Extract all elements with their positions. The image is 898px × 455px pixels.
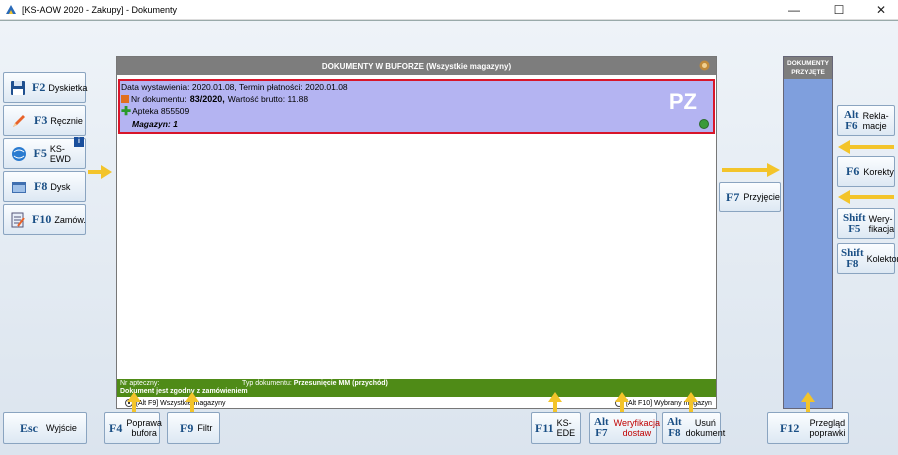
f5-ks-ewd-button[interactable]: F5 KS-EWD i bbox=[3, 137, 86, 169]
f4-poprawa-bufora-button[interactable]: F4 Poprawa bufora bbox=[104, 412, 162, 444]
plus-icon: ✚ bbox=[121, 104, 132, 118]
arrow-up-icon bbox=[684, 392, 698, 412]
warehouse-label: Magazyn: 1 bbox=[132, 119, 178, 129]
minimize-button[interactable]: — bbox=[779, 0, 809, 20]
arrow-left-icon bbox=[838, 140, 894, 154]
close-button[interactable]: ✕ bbox=[866, 0, 896, 20]
accepted-documents-panel: DOKUMENTY PRZYJĘTE bbox=[783, 56, 833, 409]
title-bar: [KS-AOW 2020 - Zakupy] - Dokumenty — ☐ ✕ bbox=[0, 0, 898, 20]
maximize-button[interactable]: ☐ bbox=[824, 0, 854, 20]
arrow-up-icon bbox=[548, 392, 562, 412]
buffer-documents-panel: DOKUMENTY W BUFORZE (Wszystkie magazyny)… bbox=[116, 56, 717, 409]
f3-recznie-button[interactable]: F3 Ręcznie bbox=[3, 105, 86, 136]
f2-dyskietka-button[interactable]: F2 Dyskietka bbox=[3, 72, 87, 103]
f6-korekty-button[interactable]: F6 Korekty bbox=[837, 156, 895, 187]
pencil-icon bbox=[10, 112, 28, 130]
f10-zamow-button[interactable]: F10 Zamów. bbox=[3, 204, 86, 235]
arrow-left-icon bbox=[838, 190, 894, 204]
panel-header: DOKUMENTY W BUFORZE (Wszystkie magazyny) bbox=[117, 57, 716, 75]
app-icon bbox=[6, 4, 16, 14]
panel-title: DOKUMENTY W BUFORZE (Wszystkie magazyny) bbox=[321, 61, 512, 71]
f7-przyjecie-button[interactable]: F7 Przyjęcie bbox=[719, 182, 781, 212]
arrow-right-icon bbox=[88, 165, 112, 179]
f11-ks-ede-button[interactable]: F11 KS-EDE bbox=[531, 412, 581, 444]
supplier-name: Apteka 855509 bbox=[132, 106, 190, 116]
alt-f7-weryfikacja-dostaw-button[interactable]: Alt F7 Weryfikacja dostaw bbox=[589, 412, 660, 444]
f8-dysk-button[interactable]: F8 Dysk bbox=[3, 171, 86, 202]
document-type-badge: PZ bbox=[668, 89, 697, 114]
document-row[interactable]: Data wystawienia: 2020.01.08, Termin pła… bbox=[118, 79, 715, 134]
window-title: [KS-AOW 2020 - Zakupy] - Dokumenty bbox=[22, 4, 178, 15]
order-icon bbox=[10, 211, 26, 229]
main-area: F2 Dyskietka F3 Ręcznie F5 KS-EWD i F8 D… bbox=[0, 20, 898, 455]
document-icon bbox=[121, 95, 129, 103]
seal-icon bbox=[699, 60, 710, 71]
arrow-up-icon bbox=[801, 392, 815, 412]
document-number: 83/2020, bbox=[189, 94, 225, 104]
arrow-up-icon bbox=[185, 392, 199, 412]
check-icon bbox=[699, 119, 709, 129]
document-dates: Data wystawienia: 2020.01.08, Termin pła… bbox=[121, 82, 348, 92]
arrow-up-icon bbox=[615, 392, 629, 412]
arrow-up-icon bbox=[127, 392, 141, 412]
info-badge-icon: i bbox=[74, 137, 84, 147]
esc-wyjscie-button[interactable]: Esc Wyjście bbox=[3, 412, 87, 444]
floppy-icon bbox=[10, 79, 26, 97]
shift-f8-kolektor-button[interactable]: Shift F8 Kolektor bbox=[837, 243, 898, 274]
folder-icon bbox=[10, 178, 28, 196]
alt-f8-usun-dokument-button[interactable]: Alt F8 Usuń dokument bbox=[662, 412, 725, 444]
f9-filtr-button[interactable]: F9 Filtr bbox=[167, 412, 220, 444]
globe-icon bbox=[10, 145, 28, 163]
shift-f5-weryfikacja-button[interactable]: Shift F5 Wery-fikacja bbox=[837, 208, 895, 239]
f12-przeglad-poprawki-button[interactable]: F12 Przegląd poprawki bbox=[767, 412, 849, 444]
alt-f6-reklamacje-button[interactable]: Alt F6 Rekla-macje bbox=[837, 105, 895, 136]
arrow-right-icon bbox=[722, 163, 780, 177]
